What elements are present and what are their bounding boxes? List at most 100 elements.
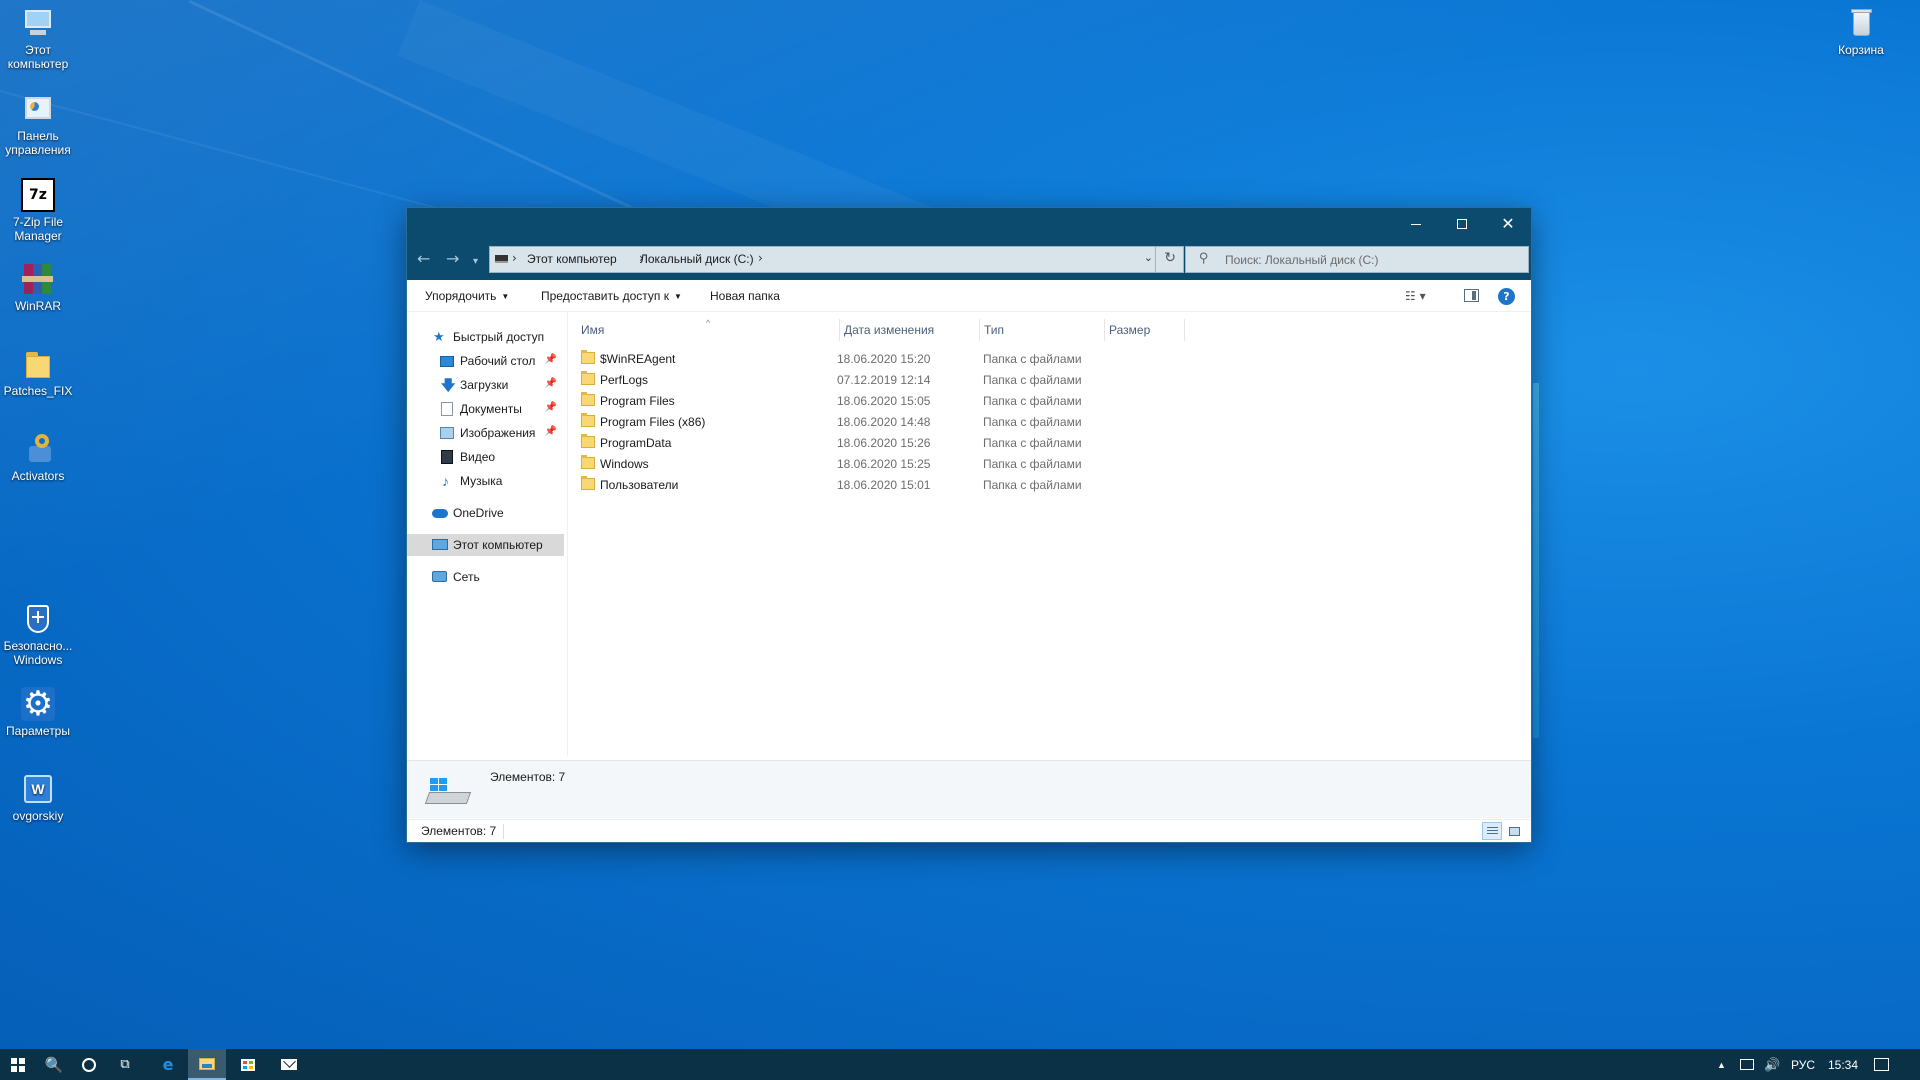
file-date: 18.06.2020 15:20 — [837, 352, 931, 366]
change-view-icon[interactable]: ☷ ▾ — [1405, 289, 1426, 303]
nav-item-onedrive[interactable]: OneDrive — [407, 502, 564, 524]
details-item-count: Элементов: 7 — [490, 770, 566, 784]
close-button[interactable]: ✕ — [1485, 208, 1531, 240]
volume-tray-button[interactable]: 🔊 — [1764, 1049, 1780, 1080]
clock[interactable]: 15:34 — [1828, 1049, 1858, 1080]
nav-item-desktop[interactable]: Рабочий стол 📌 — [407, 350, 564, 372]
nav-item-label: Видео — [460, 450, 496, 464]
pin-icon[interactable]: 📌 — [545, 378, 557, 389]
file-type: Папка с файлами — [983, 436, 1082, 450]
file-explorer-taskbar-button[interactable] — [188, 1049, 226, 1080]
desktop-icon-activators[interactable]: Activators — [0, 432, 76, 483]
column-resize-handle[interactable] — [1184, 319, 1185, 341]
file-row[interactable]: Пользователи 18.06.2020 15:01 Папка с фа… — [575, 474, 1095, 495]
action-center-button[interactable] — [1874, 1049, 1889, 1080]
downloads-icon: 🡇 — [441, 377, 456, 393]
start-button[interactable] — [0, 1049, 35, 1080]
maximize-button[interactable] — [1439, 208, 1485, 240]
column-header-label: Имя — [581, 323, 605, 337]
file-row[interactable]: ProgramData 18.06.2020 15:26 Папка с фай… — [575, 432, 1095, 453]
file-row[interactable]: Program Files 18.06.2020 15:05 Папка с ф… — [575, 390, 1095, 411]
breadcrumb-chevron-icon[interactable]: › — [512, 251, 517, 265]
store-taskbar-button[interactable] — [231, 1049, 265, 1080]
back-arrow-icon[interactable]: ← — [417, 250, 430, 268]
command-bar: Упорядочить ▼ Предоставить доступ к ▼ Нова… — [407, 280, 1531, 312]
music-icon: ♪ — [442, 473, 449, 489]
network-tray-button[interactable] — [1740, 1049, 1754, 1080]
7zip-icon: 7z — [21, 178, 55, 212]
nav-item-network[interactable]: Сеть — [407, 566, 564, 588]
notification-icon — [1874, 1058, 1889, 1071]
activators-icon — [21, 432, 55, 466]
column-header-type[interactable]: Тип — [980, 319, 1105, 341]
search-icon: 🔍 — [44, 1055, 64, 1074]
recent-locations-chevron-icon[interactable]: ▾ — [473, 253, 478, 271]
column-header-name[interactable]: ^ Имя — [577, 318, 840, 341]
input-language-button[interactable]: РУС — [1791, 1049, 1815, 1080]
volume-icon: 🔊 — [1764, 1056, 1781, 1072]
file-row[interactable]: Program Files (x86) 18.06.2020 14:48 Пап… — [575, 411, 1095, 432]
desktop-icon-patches-fix[interactable]: Patches_FIX — [0, 347, 76, 398]
nav-item-downloads[interactable]: 🡇 Загрузки 📌 — [407, 374, 564, 396]
nav-item-pictures[interactable]: Изображения 📌 — [407, 422, 564, 444]
desktop-icon-label: WinRAR — [14, 299, 61, 313]
search-box[interactable]: ⚲ Поиск: Локальный диск (C:) — [1185, 246, 1529, 273]
folder-icon — [581, 350, 595, 364]
desktop-icon-7zip[interactable]: 7z 7-Zip File Manager — [0, 178, 76, 243]
desktop-icon-ovgorskiy[interactable]: W ovgorskiy — [0, 772, 76, 823]
column-header-date[interactable]: Дата изменения — [840, 319, 980, 341]
desktop-icon-winrar[interactable]: WinRAR — [0, 262, 76, 313]
desktop-icon-settings[interactable]: ⚙ Параметры — [0, 687, 76, 738]
file-date: 18.06.2020 15:26 — [837, 436, 931, 450]
file-type: Папка с файлами — [983, 394, 1082, 408]
nav-item-label: Этот компьютер — [453, 538, 543, 552]
status-divider — [503, 824, 504, 839]
chevron-down-icon: ▼ — [673, 292, 682, 301]
file-row[interactable]: PerfLogs 07.12.2019 12:14 Папка с файлам… — [575, 369, 1095, 390]
breadcrumb-this-pc[interactable]: Этот компьютер — [527, 252, 617, 266]
task-view-button[interactable]: ⧉ — [108, 1049, 142, 1080]
large-icons-view-button[interactable] — [1504, 822, 1524, 840]
refresh-icon[interactable]: ↻ — [1164, 250, 1176, 266]
nav-item-this-pc[interactable]: Этот компьютер — [407, 534, 564, 556]
address-bar[interactable]: › Этот компьютер › Локальный диск (C:) ›… — [489, 246, 1184, 273]
breadcrumb-chevron-icon[interactable]: › — [758, 251, 763, 265]
desktop-icon-windows-security[interactable]: Безопасно... Windows — [0, 602, 76, 667]
desktop-icon-label: Панель управления — [5, 129, 71, 157]
cortana-button[interactable] — [72, 1049, 106, 1080]
new-folder-button[interactable]: Новая папка — [710, 289, 780, 303]
desktop-icon-this-pc[interactable]: Этот компьютер — [0, 6, 76, 71]
desktop-icon-control-panel[interactable]: Панель управления — [0, 92, 76, 157]
file-row[interactable]: Windows 18.06.2020 15:25 Папка с файлами — [575, 453, 1095, 474]
forward-arrow-icon[interactable]: → — [446, 250, 459, 268]
explorer-window: ✕ ← → ▾ › Этот компьютер › Локальный дис… — [407, 208, 1531, 842]
search-placeholder: Поиск: Локальный диск (C:) — [1225, 253, 1379, 267]
drive-icon — [495, 255, 508, 263]
help-icon[interactable]: ? — [1498, 288, 1515, 305]
pin-icon[interactable]: 📌 — [545, 354, 557, 365]
nav-item-videos[interactable]: Видео — [407, 446, 564, 468]
mail-taskbar-button[interactable] — [272, 1049, 306, 1080]
organize-menu-button[interactable]: Упорядочить ▼ — [425, 289, 509, 303]
taskbar-search-button[interactable]: 🔍 — [37, 1049, 71, 1080]
breadcrumb-local-disk-c[interactable]: Локальный диск (C:) — [640, 252, 754, 266]
pin-icon[interactable]: 📌 — [545, 402, 557, 413]
pane-divider[interactable] — [567, 312, 568, 756]
network-icon — [1740, 1059, 1754, 1070]
column-header-size[interactable]: Размер — [1105, 319, 1185, 341]
nav-item-quick-access[interactable]: ★ Быстрый доступ — [407, 326, 564, 348]
file-row[interactable]: $WinREAgent 18.06.2020 15:20 Папка с фай… — [575, 348, 1095, 369]
nav-item-documents[interactable]: Документы 📌 — [407, 398, 564, 420]
nav-item-music[interactable]: ♪ Музыка — [407, 470, 564, 492]
pin-icon[interactable]: 📌 — [545, 426, 557, 437]
address-history-dropdown-icon[interactable]: ⌄ — [1144, 251, 1153, 264]
navigation-pane: ★ Быстрый доступ Рабочий стол 📌 🡇 Загруз… — [407, 312, 567, 756]
preview-pane-icon[interactable] — [1464, 289, 1479, 302]
desktop-icon-recycle-bin[interactable]: Корзина — [1823, 6, 1899, 57]
minimize-button[interactable] — [1393, 208, 1439, 240]
edge-taskbar-button[interactable]: e — [151, 1049, 185, 1080]
this-pc-icon — [21, 6, 55, 40]
details-view-button[interactable] — [1482, 822, 1502, 840]
show-hidden-icons-button[interactable]: ▲ — [1717, 1049, 1726, 1080]
share-menu-button[interactable]: Предоставить доступ к ▼ — [541, 289, 682, 303]
